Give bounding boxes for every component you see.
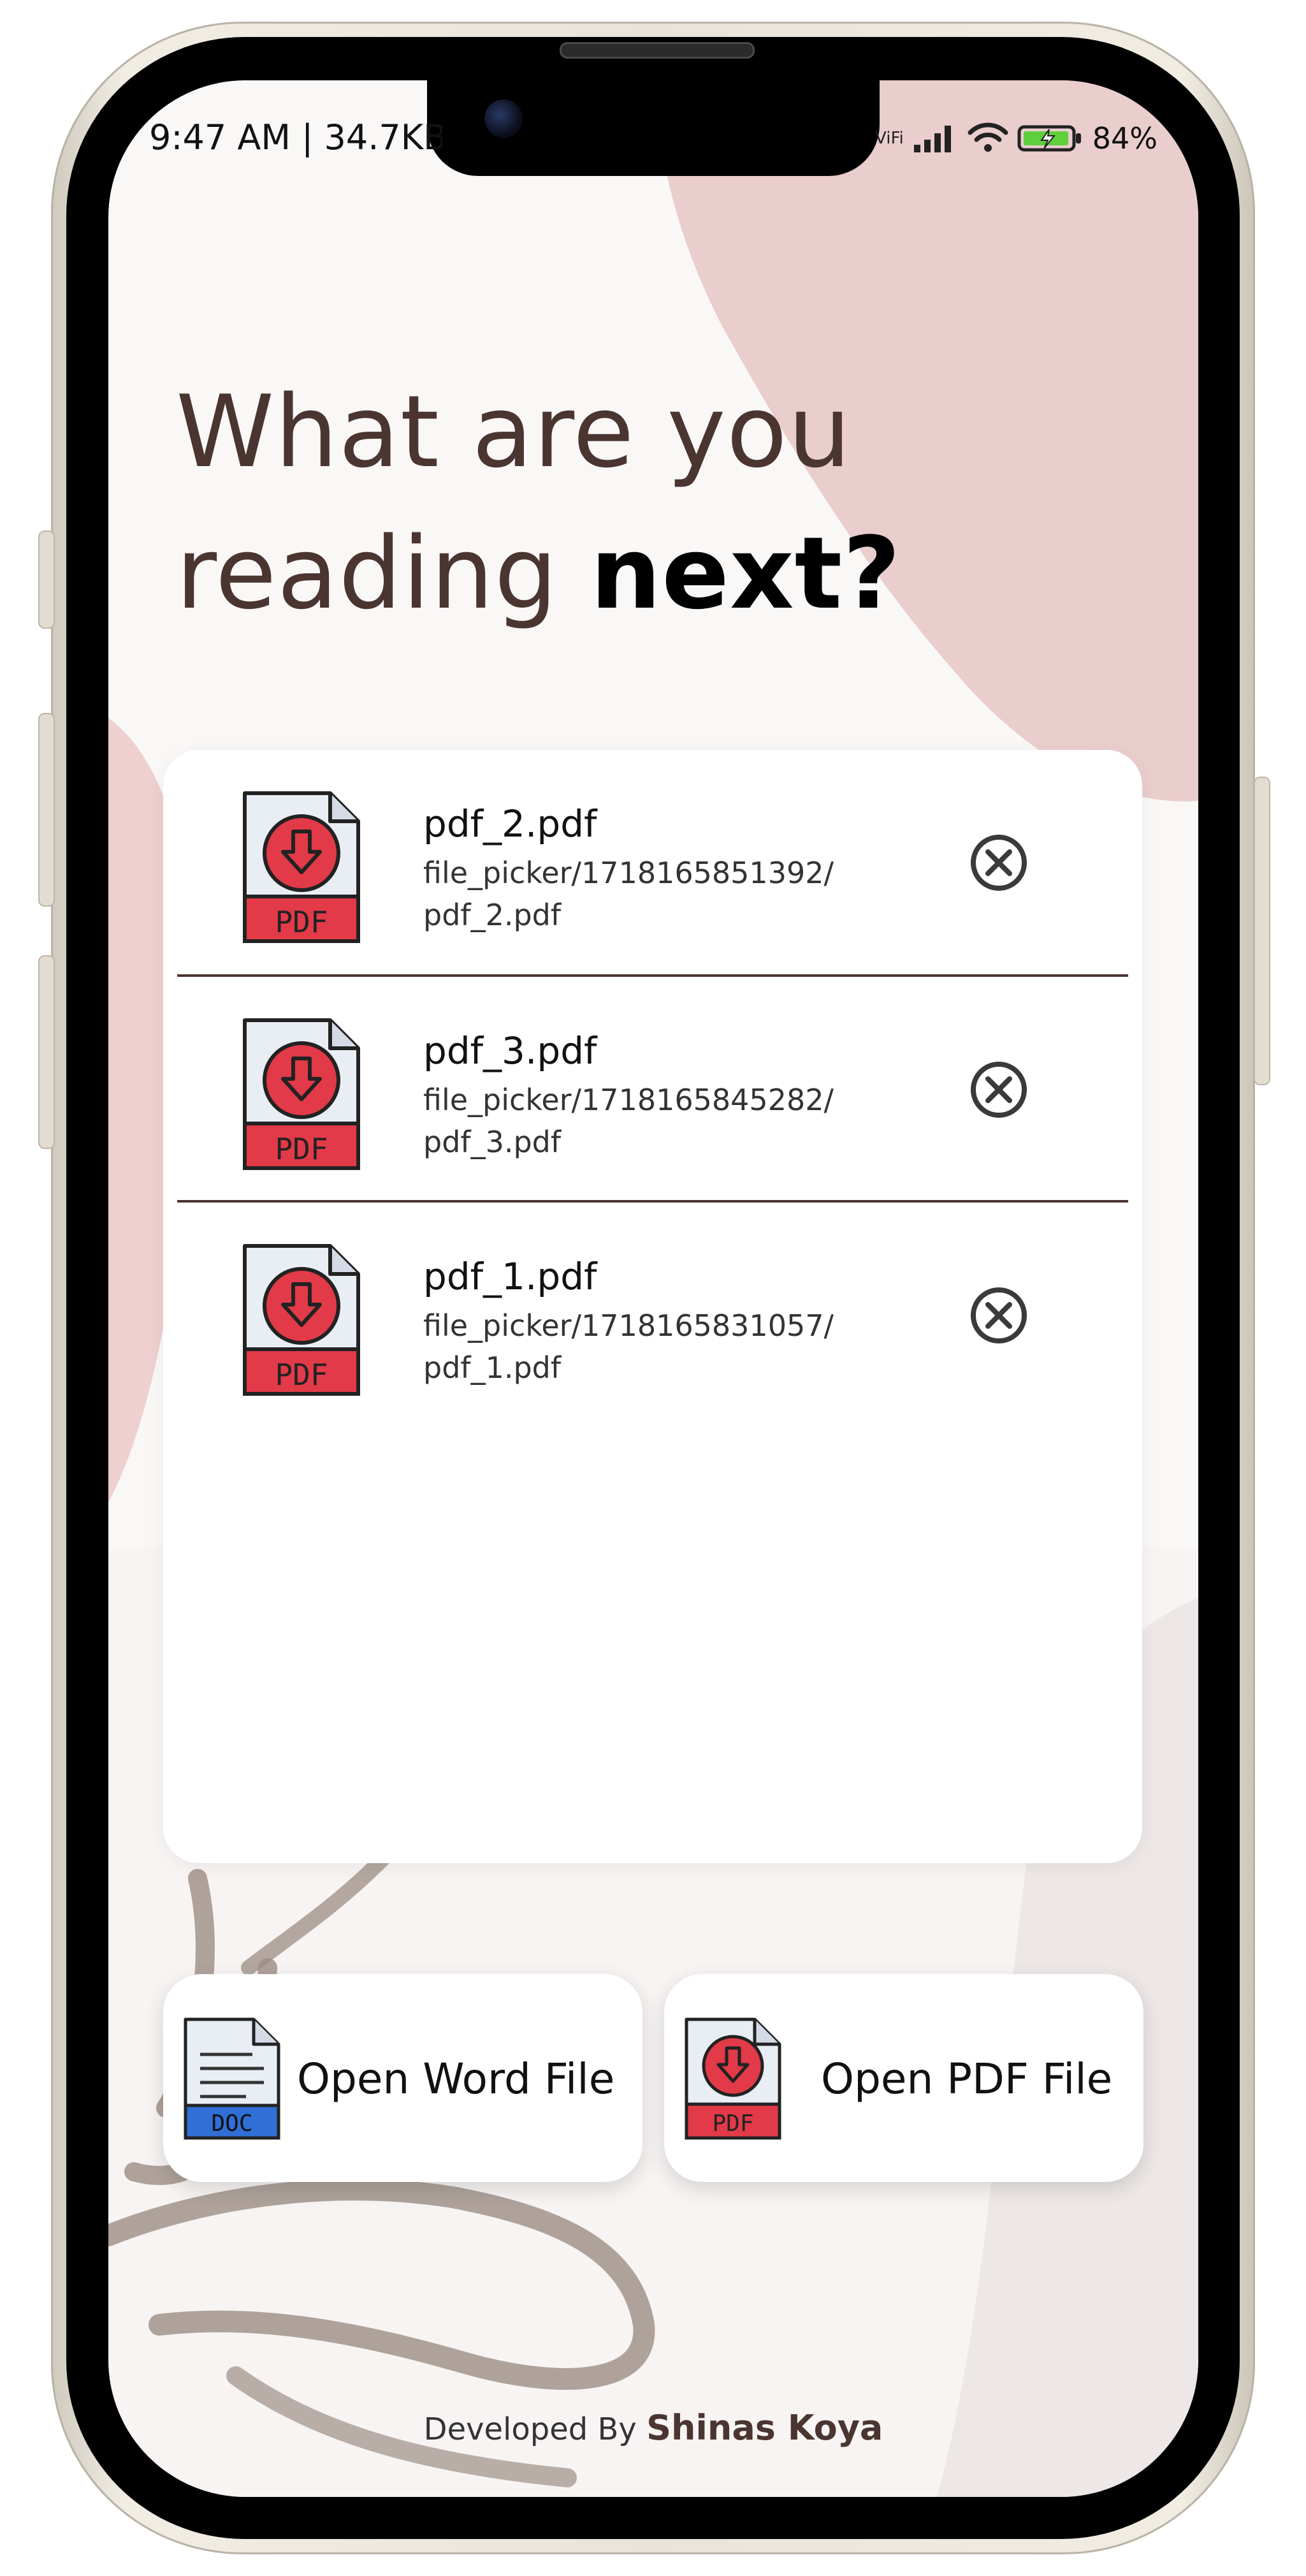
file-row[interactable]: PDF pdf_1.pdf file_picker/1718165831057/…	[163, 1203, 1142, 1427]
recent-files-card: PDF pdf_2.pdf file_picker/1718165851392/…	[163, 750, 1142, 1863]
open-pdf-file-button[interactable]: PDF Open PDF File	[664, 1974, 1143, 2182]
open-word-file-label: Open Word File	[297, 2054, 615, 2104]
file-path-line: file_picker/1718165831057/	[423, 1308, 834, 1343]
volume-down-button	[38, 955, 55, 1149]
close-circle-icon[interactable]	[969, 1060, 1029, 1120]
file-path-line: file_picker/1718165845282/	[423, 1083, 834, 1117]
app-screen: 9:47 AM | 34.7KB/s ViFi 84% What are you…	[108, 80, 1198, 2497]
file-name: pdf_2.pdf	[423, 802, 597, 845]
battery-percent: 84%	[1092, 121, 1157, 156]
status-time: 9:47 AM | 34.7KB/s	[149, 117, 442, 157]
vowifi-label: ViFi	[875, 129, 904, 148]
pdf-file-icon: PDF	[685, 2017, 781, 2140]
file-row[interactable]: PDF pdf_3.pdf file_picker/1718165845282/…	[163, 977, 1142, 1201]
pdf-file-icon: PDF	[243, 791, 360, 943]
pdf-file-icon: PDF	[243, 1244, 360, 1396]
wifi-icon	[968, 122, 1008, 152]
status-icons: ViFi 84%	[875, 121, 1157, 156]
title-regular-word: reading	[176, 515, 591, 631]
file-path-line: file_picker/1718165851392/	[423, 856, 834, 890]
title-line-2: reading next?	[176, 502, 1068, 644]
open-pdf-file-label: Open PDF File	[821, 2054, 1113, 2104]
volume-up-button	[38, 713, 55, 907]
battery-icon	[1017, 125, 1081, 152]
pdf-badge-text: PDF	[275, 905, 328, 939]
power-button	[1254, 777, 1270, 1085]
page-title: What are you reading next?	[176, 361, 1068, 644]
notch	[427, 80, 880, 176]
developer-name: Shinas Koya	[646, 2408, 883, 2448]
pdf-badge-text: PDF	[275, 1132, 328, 1166]
file-path-line: pdf_2.pdf	[423, 898, 562, 932]
doc-badge-text: DOC	[211, 2111, 252, 2137]
file-path-line: pdf_3.pdf	[423, 1125, 562, 1159]
developer-credit: Developed By Shinas Koya	[108, 2408, 1198, 2448]
close-circle-icon[interactable]	[969, 1285, 1029, 1345]
silent-switch	[38, 531, 55, 629]
file-name: pdf_1.pdf	[423, 1255, 597, 1298]
pdf-badge-text: PDF	[275, 1358, 328, 1392]
title-line-1: What are you	[176, 374, 852, 490]
signal-icon	[913, 126, 951, 152]
open-word-file-button[interactable]: DOC Open Word File	[163, 1974, 642, 2182]
file-path: file_picker/1718165851392/ pdf_2.pdf	[423, 852, 882, 936]
file-path-line: pdf_1.pdf	[423, 1350, 562, 1385]
pdf-file-icon: PDF	[243, 1018, 360, 1170]
close-circle-icon[interactable]	[969, 833, 1029, 893]
file-name: pdf_3.pdf	[423, 1029, 597, 1072]
file-row[interactable]: PDF pdf_2.pdf file_picker/1718165851392/…	[163, 750, 1142, 974]
credit-prefix: Developed By	[423, 2411, 647, 2447]
file-path: file_picker/1718165831057/ pdf_1.pdf	[423, 1305, 882, 1389]
front-camera	[484, 99, 523, 138]
pdf-badge-text: PDF	[712, 2111, 753, 2137]
ear-speaker	[560, 42, 755, 59]
file-path: file_picker/1718165845282/ pdf_3.pdf	[423, 1079, 882, 1163]
doc-file-icon: DOC	[184, 2017, 280, 2140]
title-bold-word: next?	[590, 515, 901, 631]
